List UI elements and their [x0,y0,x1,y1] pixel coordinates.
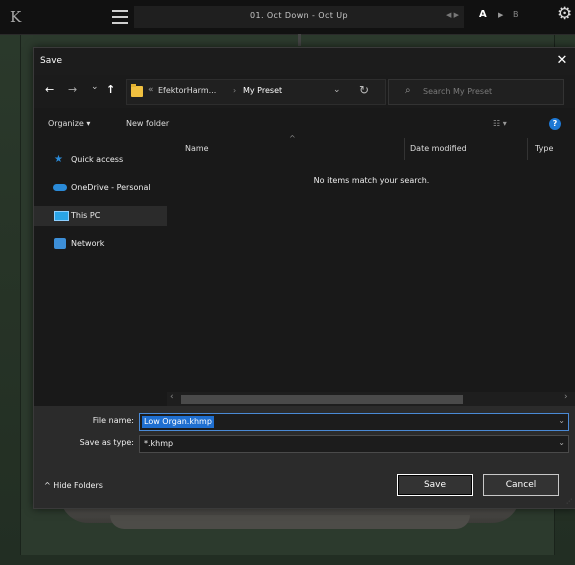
plugin-logo: K [10,8,22,26]
scroll-left-icon[interactable]: ‹ [170,392,174,402]
network-icon [54,238,66,249]
file-name-label: File name: [92,416,134,425]
sidebar-item-label: This PC [71,211,101,220]
ab-a-button[interactable]: A [479,9,487,20]
command-bar: Organize ▾ New folder ☷ ▾ ? [34,108,575,138]
navigation-pane: ★ Quick access OneDrive - Personal This … [34,138,167,406]
search-icon: ⌕ [405,85,411,96]
organize-menu[interactable]: Organize ▾ [48,119,90,128]
save-dialog: Save ✕ ← → ⌄ ↑ « EfektorHarm... › My Pre… [33,47,575,509]
help-icon[interactable]: ? [549,118,561,130]
plugin-divider [298,34,301,46]
ab-copy-arrow-icon[interactable]: ▶ [498,11,503,19]
resize-grip-icon[interactable]: ⋰ [566,498,572,505]
back-arrow-icon[interactable]: ← [45,84,54,96]
hide-folders-button[interactable]: ^ Hide Folders [44,481,103,490]
dialog-title: Save [40,56,63,66]
sidebar-item-this-pc[interactable]: This PC [34,206,167,226]
preset-name: 01. Oct Down - Oct Up [250,11,348,20]
navigation-bar: ← → ⌄ ↑ « EfektorHarm... › My Preset ⌄ ↻… [34,75,575,108]
up-arrow-icon[interactable]: ↑ [106,84,115,96]
recent-locations-icon[interactable]: ⌄ [91,81,99,93]
cancel-button[interactable]: Cancel [483,474,559,496]
forward-arrow-icon[interactable]: → [68,84,77,96]
save-as-type-label: Save as type: [79,438,134,447]
file-name-value[interactable]: Low Organ.khmp [142,416,214,428]
gear-icon[interactable]: ⚙ [557,4,572,24]
chevron-down-icon[interactable]: ⌄ [558,416,565,425]
search-input[interactable] [423,84,553,98]
column-header-type[interactable]: Type [535,144,553,153]
scroll-right-icon[interactable]: › [564,392,568,402]
file-name-field[interactable]: Low Organ.khmp ⌄ [139,413,569,431]
refresh-icon[interactable]: ↻ [359,83,369,97]
column-header-name[interactable]: Name [185,144,209,153]
breadcrumb-efektorharm[interactable]: EfektorHarm... [158,86,216,95]
sidebar-item-onedrive[interactable]: OneDrive - Personal [34,178,167,198]
sort-indicator-icon: ^ [289,134,296,143]
address-bar[interactable]: « EfektorHarm... › My Preset ⌄ ↻ [126,79,386,105]
star-icon: ★ [54,154,63,165]
preset-nav-arrows[interactable]: ◀ ▶ [446,11,459,19]
breadcrumb-separator: › [233,86,237,95]
sidebar-item-network[interactable]: Network [34,234,167,254]
preset-selector[interactable]: 01. Oct Down - Oct Up [134,6,464,28]
save-button[interactable]: Save [397,474,473,496]
sidebar-item-label: Quick access [71,155,124,164]
view-options-icon[interactable]: ☷ ▾ [493,119,507,128]
horizontal-scrollbar[interactable]: ‹ › [167,392,575,406]
column-header-date-modified[interactable]: Date modified [410,144,467,153]
chevron-down-icon[interactable]: ⌄ [558,438,565,447]
save-as-type-select[interactable]: *.khmp ⌄ [139,435,569,453]
ab-b-button[interactable]: B [513,10,519,19]
close-icon[interactable]: ✕ [554,53,570,68]
folder-icon [131,84,143,97]
breadcrumb-my-preset[interactable]: My Preset [243,86,282,95]
new-folder-button[interactable]: New folder [126,119,169,128]
column-divider[interactable] [527,138,528,160]
chevron-down-icon[interactable]: ⌄ [333,85,341,95]
overflow-chevron-icon[interactable]: « [148,85,154,95]
dialog-footer: File name: Low Organ.khmp ⌄ Save as type… [34,406,575,508]
sidebar-item-label: Network [71,239,105,248]
sidebar-item-quick-access[interactable]: ★ Quick access [34,150,167,170]
sidebar-item-label: OneDrive - Personal [71,183,151,192]
scrollbar-thumb[interactable] [181,395,463,404]
plugin-header-bar: K 01. Oct Down - Oct Up ◀ ▶ A ▶ B ⚙ [0,0,575,35]
search-box[interactable]: ⌕ [388,79,564,105]
cloud-icon [53,184,67,191]
empty-message: No items match your search. [313,176,430,185]
dialog-titlebar: Save ✕ [34,48,575,75]
file-list: Name ^ Date modified Type No items match… [167,134,575,406]
hamburger-icon[interactable] [112,10,128,24]
plugin-knob-shadow [110,515,470,529]
computer-icon [54,211,69,221]
column-divider[interactable] [404,138,405,160]
save-as-type-value: *.khmp [144,439,174,448]
